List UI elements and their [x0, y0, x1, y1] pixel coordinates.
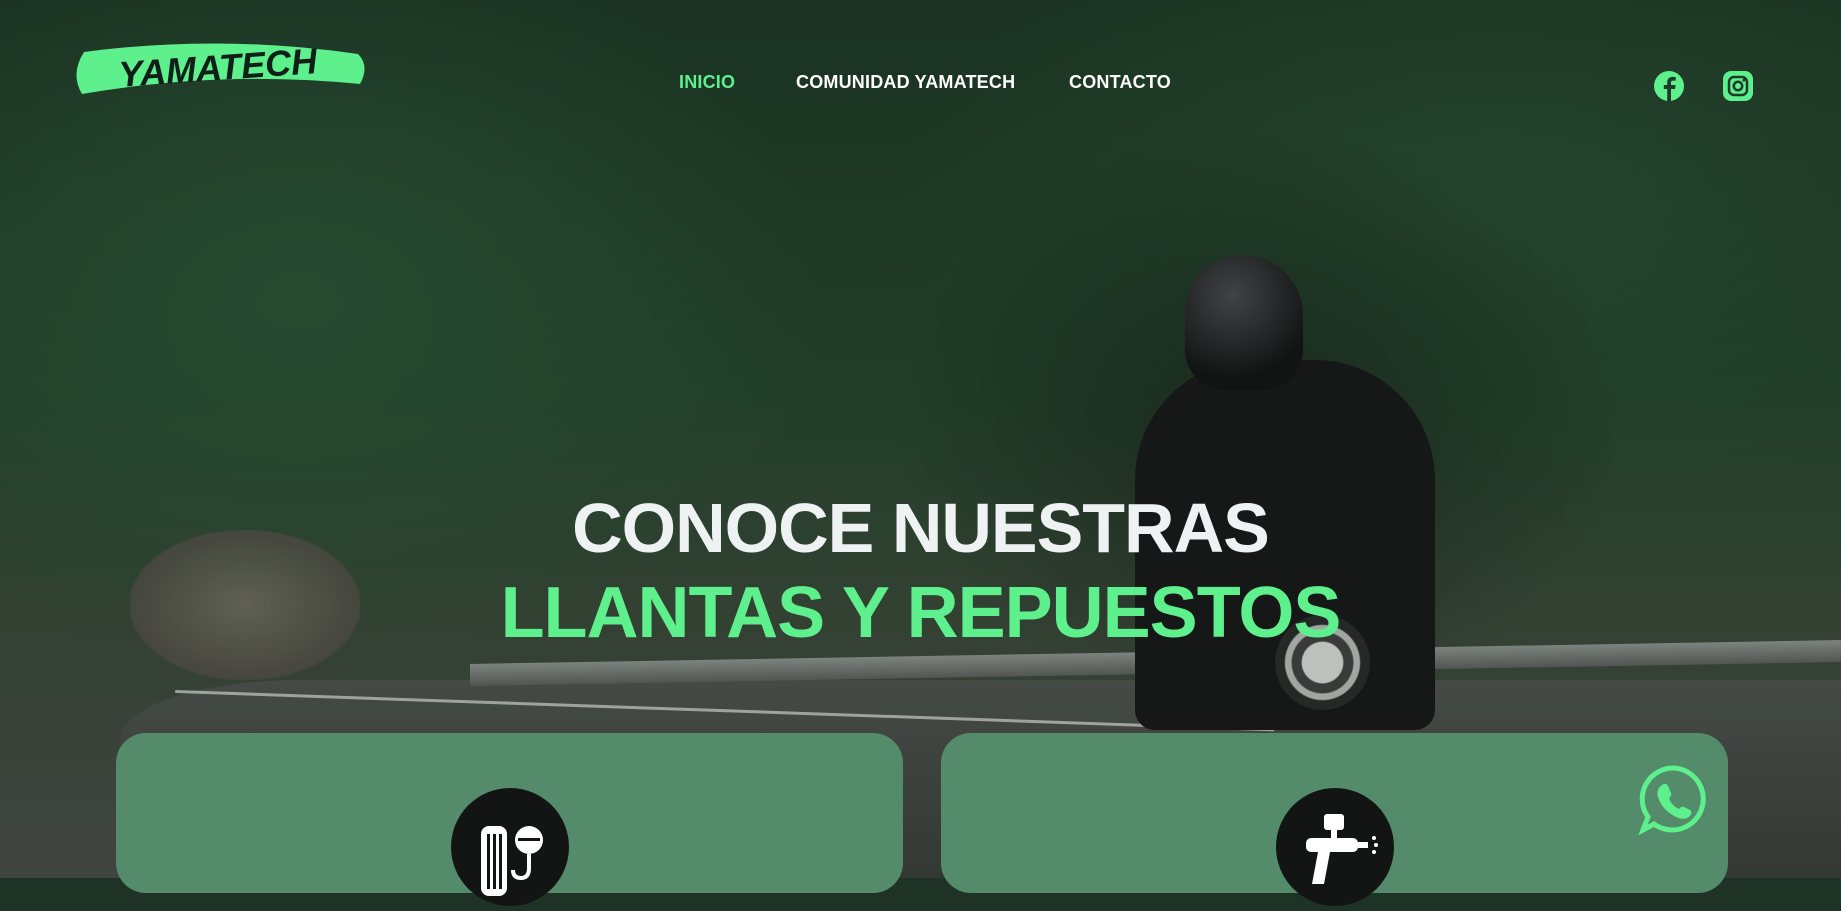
nav-contacto[interactable]: CONTACTO [1069, 72, 1171, 93]
nav-inicio[interactable]: INICIO [679, 72, 735, 93]
tire-gauge-icon [451, 788, 569, 906]
spray-gun-icon [1276, 788, 1394, 906]
hero-headline-line1: CONOCE NUESTRAS [572, 489, 1270, 567]
service-card-llantas[interactable] [116, 733, 903, 906]
facebook-icon[interactable] [1653, 70, 1685, 102]
nav-comunidad-yamatech[interactable]: COMUNIDAD YAMATECH [796, 72, 1015, 93]
whatsapp-icon[interactable] [1638, 764, 1710, 836]
instagram-icon[interactable] [1722, 70, 1754, 102]
main-navigation: INICIO COMUNIDAD YAMATECH CONTACTO [0, 72, 1841, 102]
service-card-repuestos[interactable] [941, 733, 1728, 906]
hero-headline-line2: LLANTAS Y REPUESTOS [500, 573, 1342, 653]
